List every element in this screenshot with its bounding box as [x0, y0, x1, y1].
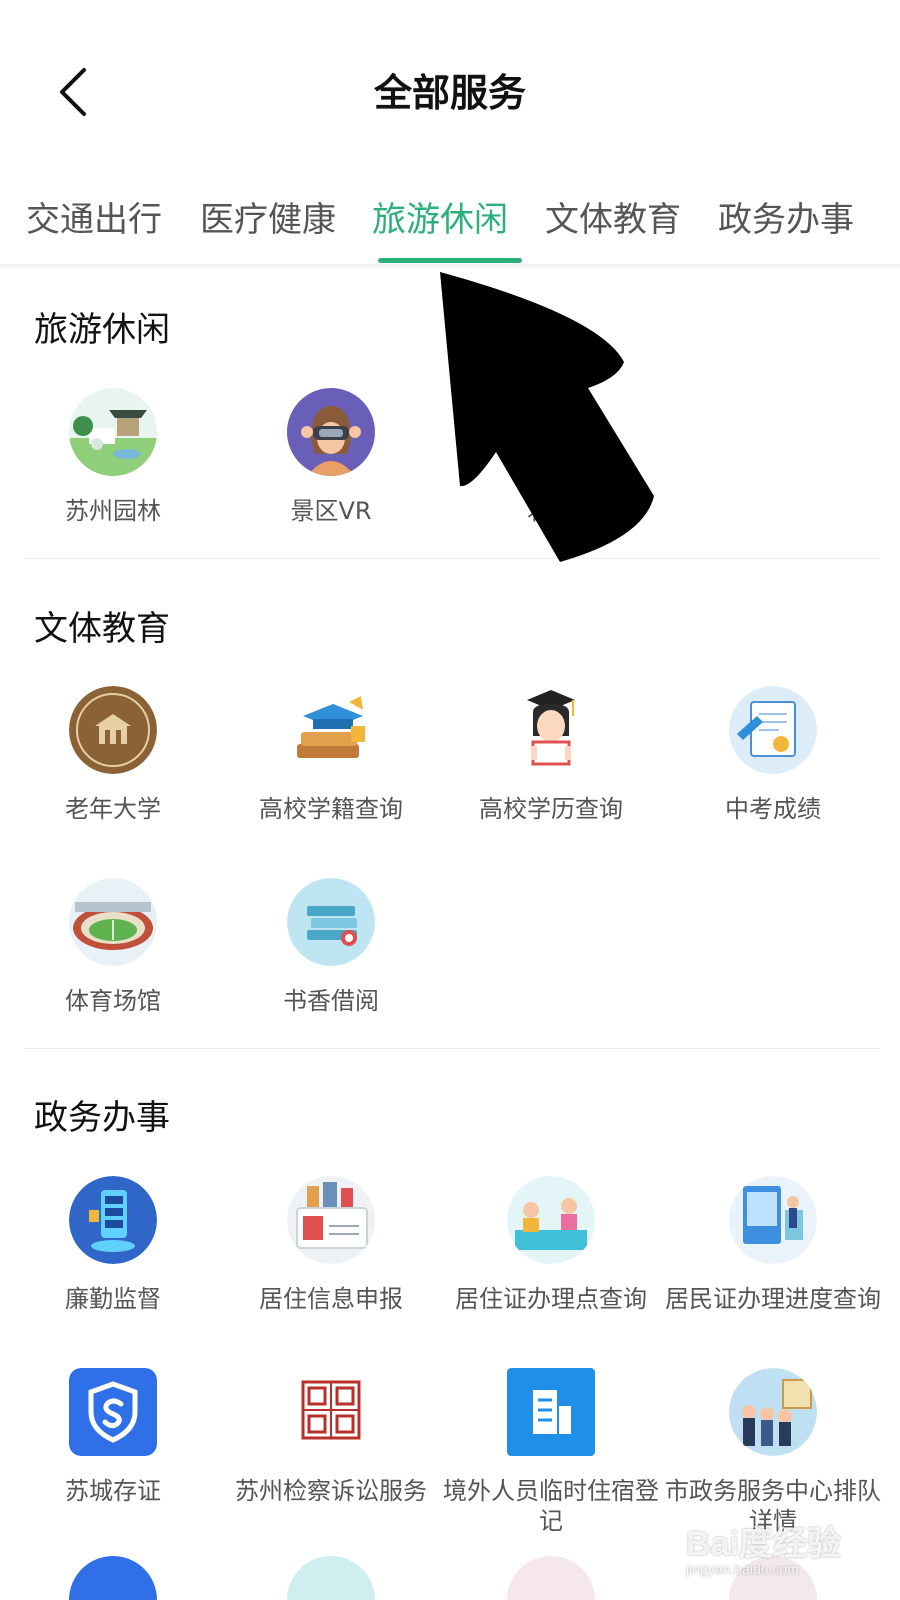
section-divider	[24, 1048, 880, 1049]
item-label: 景区VR	[290, 497, 372, 525]
phone-badge-icon	[69, 1176, 157, 1264]
service-foreigner-lodging[interactable]: 境外人员临时住宿登记	[438, 1368, 664, 1536]
service-sports-venues[interactable]: 体育场馆	[0, 878, 226, 1016]
service-senior-university[interactable]: 老年大学	[0, 686, 226, 824]
procuratorate-seal-icon	[287, 1368, 375, 1456]
shield-icon	[69, 1368, 157, 1456]
active-tab-indicator	[378, 258, 522, 263]
item-label: 廉勤监督	[65, 1285, 161, 1313]
queue-details-icon	[729, 1368, 817, 1456]
tab-medical[interactable]: 医疗健康	[200, 192, 336, 241]
section-title-education: 文体教育	[34, 609, 170, 649]
page-title: 全部服务	[373, 71, 526, 115]
service-counter-icon	[507, 1176, 595, 1264]
service-procuratorate-litigation[interactable]: 苏州检察诉讼服务	[218, 1368, 444, 1506]
item-label: 高校学籍查询	[259, 795, 403, 823]
section-title-travel: 旅游休闲	[34, 310, 170, 350]
vr-headset-icon	[287, 388, 375, 476]
watermark: Bai度经验 jingyan.baidu.com	[686, 1516, 886, 1577]
service-integrity-supervision[interactable]: 廉勤监督	[0, 1176, 226, 1314]
item-label: 苏城存证	[65, 1477, 161, 1505]
item-label: 高校学历查询	[479, 795, 623, 823]
header: 全部服务	[0, 0, 900, 180]
service-college-records[interactable]: 高校学籍查询	[218, 686, 444, 824]
books-icon	[287, 878, 375, 966]
certificate-icon	[729, 686, 817, 774]
tab-education[interactable]: 文体教育	[545, 192, 681, 241]
university-seal-icon	[69, 686, 157, 774]
residence-permit-icon	[287, 1176, 375, 1264]
service-exam-scores[interactable]: 中考成绩	[660, 686, 886, 824]
stadium-icon	[69, 878, 157, 966]
service-book-lending[interactable]: 书香借阅	[218, 878, 444, 1016]
tab-travel[interactable]: 旅游休闲	[372, 192, 508, 241]
obscured-icon	[507, 388, 595, 476]
watermark-main: Bai度经验	[686, 1525, 841, 1563]
category-tabs: 交通出行 医疗健康 旅游休闲 文体教育 政务办事	[0, 178, 900, 264]
service-permit-office-query[interactable]: 居住证办理点查询	[438, 1176, 664, 1314]
service-queue-details[interactable]: 市政务服务中心排队详情	[660, 1368, 886, 1536]
garden-icon	[69, 388, 157, 476]
watermark-sub: jingyan.baidu.com	[686, 1561, 799, 1577]
service-id-progress[interactable]: 居民证办理进度查询	[660, 1176, 886, 1314]
item-label: 书香借阅	[283, 987, 379, 1015]
tab-traffic[interactable]: 交通出行	[26, 192, 162, 241]
item-label: 中考成绩	[725, 795, 821, 823]
item-label: 居住信息申报	[259, 1285, 403, 1313]
item-label: 境外人员临时住宿登记	[443, 1477, 659, 1535]
tab-government[interactable]: 政务办事	[718, 192, 854, 241]
item-label: 老年大学	[65, 795, 161, 823]
service-city-evidence[interactable]: 苏城存证	[0, 1368, 226, 1506]
item-label: 君生	[527, 497, 575, 525]
service-residence-report[interactable]: 居住信息申报	[218, 1176, 444, 1314]
tabs-divider	[0, 264, 900, 270]
graduate-student-icon	[507, 686, 595, 774]
service-scenic-vr[interactable]: 景区VR	[218, 388, 444, 526]
item-label: 居民证办理进度查询	[665, 1285, 881, 1313]
item-label: 苏州检察诉讼服务	[235, 1477, 427, 1505]
section-title-government: 政务办事	[34, 1098, 170, 1138]
service-obscured[interactable]: 君生	[438, 388, 664, 526]
item-label: 体育场馆	[65, 987, 161, 1015]
section-divider	[24, 558, 880, 559]
service-suzhou-garden[interactable]: 苏州园林	[0, 388, 226, 526]
service-college-degree[interactable]: 高校学历查询	[438, 686, 664, 824]
graduation-cap-books-icon	[287, 686, 375, 774]
progress-terminal-icon	[729, 1176, 817, 1264]
item-label: 居住证办理点查询	[455, 1285, 647, 1313]
item-label: 苏州园林	[65, 497, 161, 525]
building-icon	[507, 1368, 595, 1456]
